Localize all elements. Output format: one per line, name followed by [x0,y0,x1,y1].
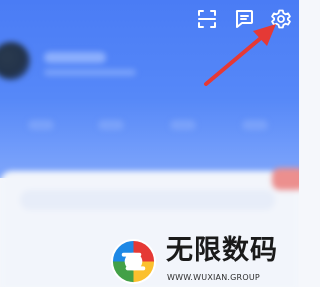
scan-icon[interactable] [196,8,218,30]
message-icon[interactable] [233,8,255,30]
brand-logo [110,238,157,285]
gear-icon[interactable] [270,8,292,30]
profile-screen: 无限数码 WWW.WUXIAN.GROUP [0,0,299,287]
watermark: 无限数码 WWW.WUXIAN.GROUP [110,232,299,287]
top-toolbar [0,0,299,40]
watermark-url: WWW.WUXIAN.GROUP [167,273,260,282]
content-card-row [20,190,275,210]
watermark-title: 无限数码 [166,235,278,266]
